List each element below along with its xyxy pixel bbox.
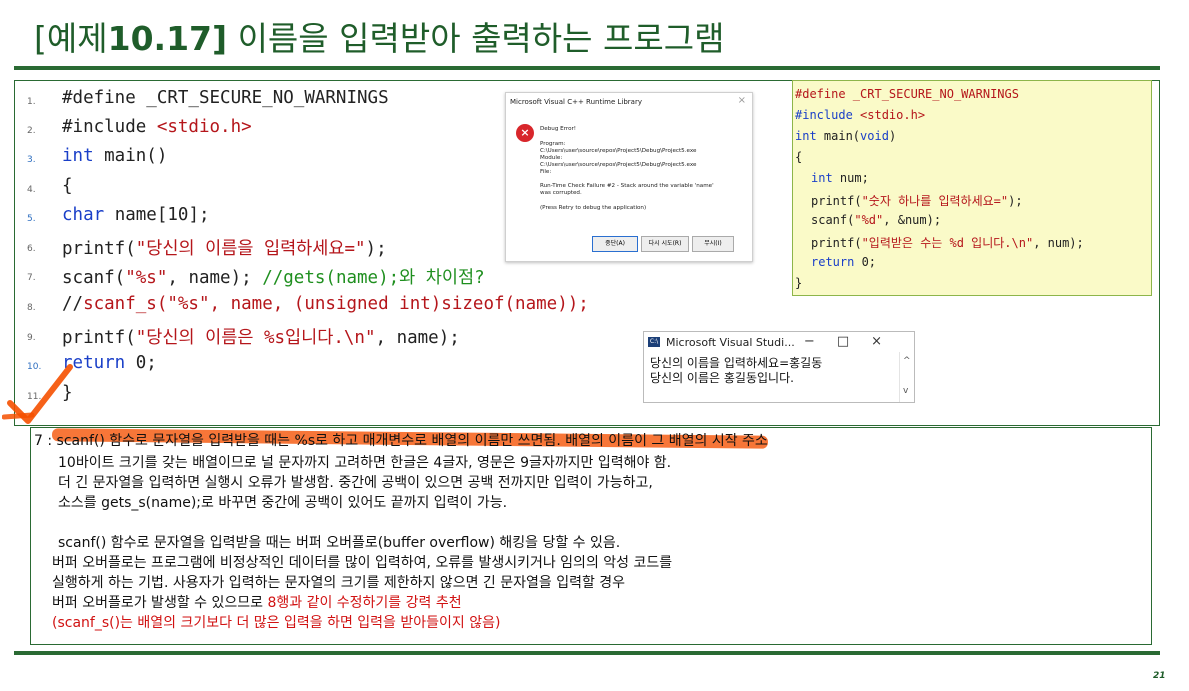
line-number: 8. bbox=[27, 303, 36, 313]
code-line-9: printf("당신의 이름은 %s입니다.\n", name); bbox=[62, 328, 460, 348]
sample-line-8: printf("입력받은 수는 %d 입니다.\n", num); bbox=[811, 236, 1084, 250]
scroll-down-icon[interactable]: v bbox=[903, 386, 908, 396]
code-line-5: char name[10]; bbox=[62, 205, 210, 225]
dialog-text-line: C:\Users\user\source\repos\Project5\Debu… bbox=[540, 148, 697, 154]
dialog-text-line: Program: bbox=[540, 141, 566, 147]
note-line-9: (scanf_s()는 배열의 크기보다 더 많은 입력을 하면 입력을 받아들… bbox=[52, 615, 501, 631]
line-number: 2. bbox=[27, 126, 36, 136]
note-line-5: scanf() 함수로 문자열을 입력받을 때는 버퍼 오버플로(buffer … bbox=[58, 535, 621, 551]
sample-code-box: #define _CRT_SECURE_NO_WARNINGS #include… bbox=[792, 80, 1152, 296]
line-number: 4. bbox=[27, 185, 36, 195]
ignore-button[interactable]: 무시(I) bbox=[692, 236, 734, 252]
dialog-text-line: (Press Retry to debug the application) bbox=[540, 205, 647, 211]
scroll-up-icon[interactable]: ^ bbox=[903, 356, 911, 366]
code-line-4: { bbox=[62, 176, 73, 196]
dialog-text-line: Module: bbox=[540, 155, 563, 161]
abort-button[interactable]: 중단(A) bbox=[592, 236, 638, 252]
code-line-2: #include <stdio.h> bbox=[62, 117, 252, 137]
code-line-1: #define _CRT_SECURE_NO_WARNINGS bbox=[62, 88, 389, 108]
window-controls[interactable]: −□× bbox=[804, 334, 904, 349]
line-number: 3. bbox=[27, 155, 36, 165]
sample-line-2: #include <stdio.h> bbox=[795, 108, 926, 122]
dialog-title: Microsoft Visual C++ Runtime Library bbox=[510, 98, 642, 106]
title-text: 이름을 입력받아 출력하는 프로그램 bbox=[227, 19, 725, 58]
console-title: Microsoft Visual Studi... bbox=[666, 336, 795, 349]
sample-line-1: #define _CRT_SECURE_NO_WARNINGS bbox=[795, 87, 1019, 101]
dialog-text-line: C:\Users\user\source\repos\Project5\Debu… bbox=[540, 162, 697, 168]
line-number: 1. bbox=[27, 97, 36, 107]
dialog-buttons: 중단(A) 다시 시도(R) 무시(I) bbox=[506, 234, 752, 254]
sample-line-9: return 0; bbox=[811, 255, 877, 269]
line-number: 6. bbox=[27, 244, 36, 254]
sample-line-10: } bbox=[795, 276, 803, 290]
code-line-6: printf("당신의 이름을 입력하세요="); bbox=[62, 239, 387, 259]
note-line-2: 10바이트 크기를 갖는 배열이므로 널 문자까지 고려하면 한글은 4글자, … bbox=[58, 455, 672, 471]
debug-error-dialog: Microsoft Visual C++ Runtime Library × ×… bbox=[505, 92, 753, 262]
console-scrollbar[interactable]: ^ v bbox=[899, 352, 914, 402]
note-line-7: 실행하게 하는 기법. 사용자가 입력하는 문자열의 크기를 제한하지 않으면 … bbox=[52, 575, 626, 591]
line-number: 5. bbox=[27, 214, 36, 224]
sample-line-4: { bbox=[795, 150, 803, 164]
slide-title: [예제10.17] 이름을 입력받아 출력하는 프로그램 bbox=[34, 12, 724, 60]
note-line-4: 소스를 gets_s(name);로 바꾸면 중간에 공백이 있어도 끝까지 입… bbox=[58, 495, 508, 511]
note-line-3: 더 긴 문자열을 입력하면 실행시 오류가 발생함. 중간에 공백이 있으면 공… bbox=[58, 475, 653, 491]
page-number: 21 bbox=[1153, 671, 1166, 681]
dialog-text-line: was corrupted. bbox=[540, 190, 582, 196]
console-window: C:\ Microsoft Visual Studi... −□× 당신의 이름… bbox=[643, 331, 915, 403]
code-line-7: scanf("%s", name); //gets(name);와 차이점? bbox=[62, 268, 485, 288]
line-number: 9. bbox=[27, 333, 36, 343]
sample-line-6: printf("숫자 하나를 입력하세요="); bbox=[811, 194, 1023, 208]
sample-line-5: int num; bbox=[811, 171, 869, 185]
title-number: 10.17] bbox=[107, 19, 228, 58]
dialog-heading: Debug Error! bbox=[540, 126, 577, 132]
console-icon: C:\ bbox=[648, 337, 660, 347]
retry-button[interactable]: 다시 시도(R) bbox=[641, 236, 689, 252]
dialog-text-line: Run-Time Check Failure #2 - Stack around… bbox=[540, 183, 714, 189]
note-line-6: 버퍼 오버플로는 프로그램에 비정상적인 데이터를 많이 입력하여, 오류를 발… bbox=[52, 555, 673, 571]
console-output-line: 당신의 이름은 홍길동입니다. bbox=[650, 371, 794, 385]
sample-line-3: int main(void) bbox=[795, 129, 897, 143]
check-mark-icon bbox=[2, 364, 73, 424]
footer-rule bbox=[14, 651, 1160, 655]
dialog-text-line: File: bbox=[540, 169, 552, 175]
title-rule bbox=[14, 66, 1160, 70]
note-line-1: 7 : scanf() 함수로 문자열을 입력받을 때는 %s로 하고 매개변수… bbox=[34, 433, 768, 449]
sample-line-7: scanf("%d", &num); bbox=[811, 213, 942, 227]
code-line-3: int main() bbox=[62, 146, 168, 166]
close-icon[interactable]: × bbox=[738, 95, 746, 106]
line-number: 7. bbox=[27, 273, 36, 283]
title-prefix: [예제 bbox=[34, 19, 108, 58]
code-line-8: //scanf_s("%s", name, (unsigned int)size… bbox=[62, 294, 589, 314]
error-icon: × bbox=[516, 124, 534, 142]
note-line-8: 버퍼 오버플로가 발생할 수 있으므로 8행과 같이 수정하기를 강력 추천 bbox=[52, 595, 462, 611]
